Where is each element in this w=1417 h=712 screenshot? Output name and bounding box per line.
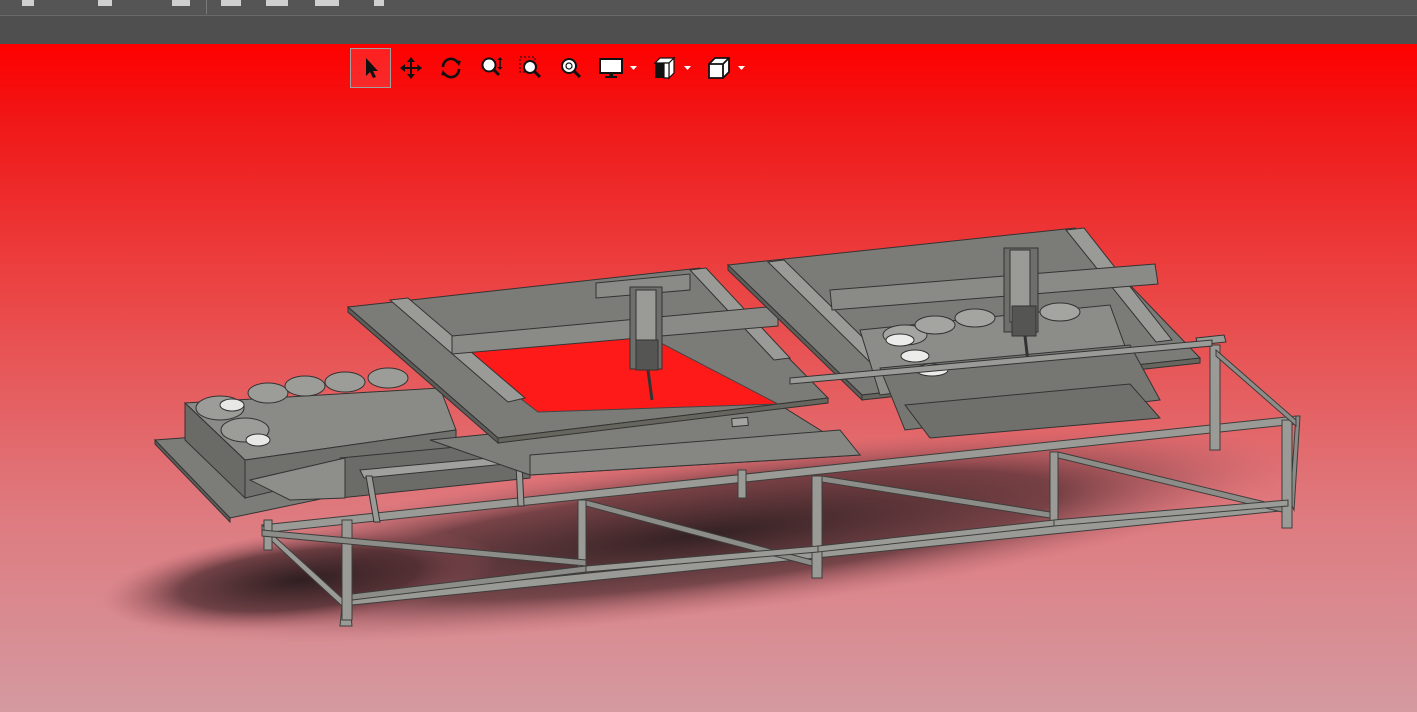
zoom-to-area-button[interactable]: [511, 48, 551, 88]
cube-icon: [708, 57, 730, 79]
zoom-fit-icon: [561, 58, 582, 79]
cad-assembly-model[interactable]: [0, 44, 1417, 712]
section-view-icon: [653, 56, 676, 80]
monitor-icon: [599, 58, 623, 78]
options-icon[interactable]: [374, 0, 384, 6]
toolbar-separator: [206, 0, 207, 14]
zoom-in-out-button[interactable]: [471, 48, 511, 88]
print-icon[interactable]: [315, 0, 339, 6]
menu-stub[interactable]: [172, 0, 190, 6]
graphics-viewport[interactable]: [0, 44, 1417, 712]
command-manager-bar: [0, 16, 1417, 44]
display-style-button[interactable]: [591, 48, 631, 88]
section-view-button[interactable]: [645, 48, 685, 88]
move-arrows-icon: [400, 57, 422, 79]
arrow-pointer-icon: [365, 58, 378, 78]
pan-tool-button[interactable]: [391, 48, 431, 88]
rotate-icon: [441, 57, 461, 79]
zoom-in-out-icon: [481, 57, 503, 77]
menu-stub[interactable]: [98, 0, 112, 6]
menu-stub[interactable]: [22, 0, 34, 6]
rotate-view-button[interactable]: [431, 48, 471, 88]
view-orientation-button[interactable]: [699, 48, 739, 88]
new-document-icon[interactable]: [221, 0, 241, 6]
window-top-bar: [0, 0, 1417, 16]
heads-up-view-toolbar: [350, 48, 753, 88]
select-tool-button[interactable]: [350, 48, 391, 88]
zoom-to-fit-button[interactable]: [551, 48, 591, 88]
zoom-area-icon: [519, 56, 542, 79]
save-icon[interactable]: [266, 0, 288, 6]
